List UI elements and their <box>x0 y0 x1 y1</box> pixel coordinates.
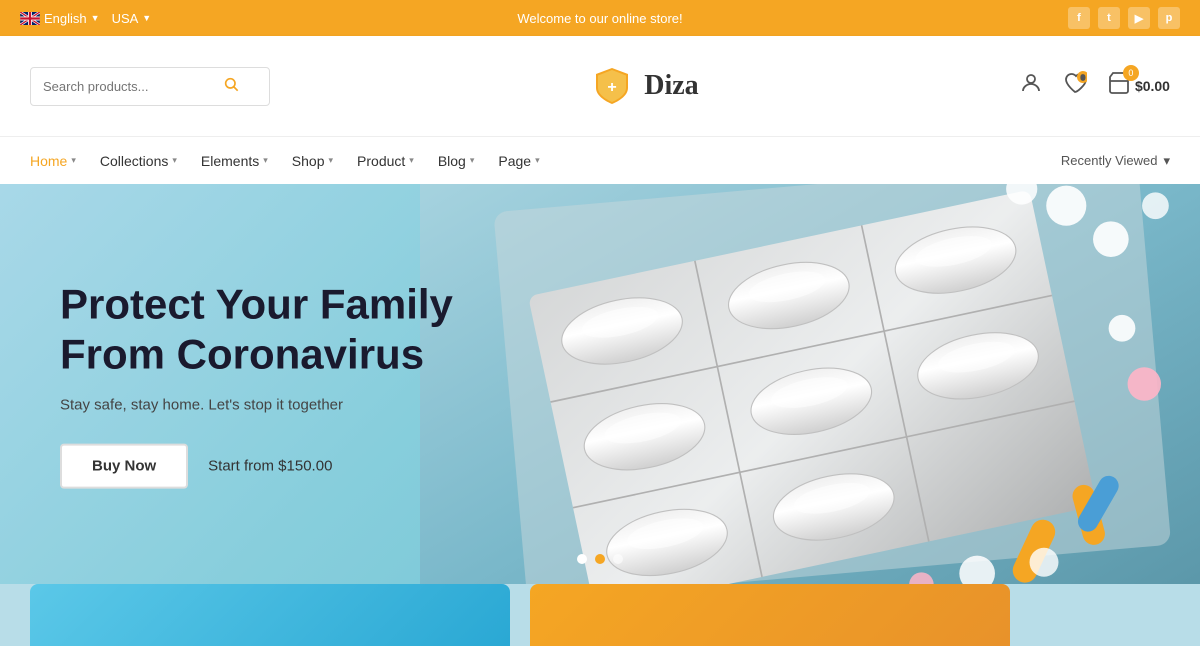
top-bar: English ▼ USA ▼ Welcome to our online st… <box>0 0 1200 36</box>
page-dropdown-arrow: ▾ <box>535 155 540 166</box>
svg-text:0: 0 <box>1081 75 1085 82</box>
hero-section: Protect Your Family From Coronavirus Sta… <box>0 184 1200 584</box>
header-icons: 0 0 $0.00 <box>1019 71 1170 101</box>
hero-content: Protect Your Family From Coronavirus Sta… <box>60 280 453 489</box>
logo[interactable]: + Diza <box>590 64 698 108</box>
nav-item-home[interactable]: Home ▾ <box>30 153 76 169</box>
elements-dropdown-arrow: ▾ <box>263 155 268 166</box>
cart-wrapper[interactable]: 0 $0.00 <box>1107 71 1170 101</box>
nav-item-shop[interactable]: Shop ▾ <box>292 153 333 169</box>
welcome-message: Welcome to our online store! <box>517 11 682 26</box>
nav-item-page[interactable]: Page ▾ <box>498 153 539 169</box>
slide-dot-3[interactable] <box>613 554 623 564</box>
country-label: USA <box>112 11 139 26</box>
logo-shield-icon: + <box>590 64 634 108</box>
collections-dropdown-arrow: ▾ <box>172 155 177 166</box>
card-blue <box>30 584 510 646</box>
wishlist-button[interactable]: 0 <box>1063 71 1087 101</box>
nav-bar: Home ▾ Collections ▾ Elements ▾ Shop ▾ P… <box>0 136 1200 184</box>
nav-item-collections[interactable]: Collections ▾ <box>100 153 177 169</box>
youtube-icon[interactable]: ▶ <box>1128 7 1150 29</box>
buy-now-button[interactable]: Buy Now <box>60 443 188 488</box>
shop-dropdown-arrow: ▾ <box>329 155 334 166</box>
facebook-icon[interactable]: f <box>1068 7 1090 29</box>
hero-subtitle: Stay safe, stay home. Let's stop it toge… <box>60 396 453 413</box>
nav-item-product[interactable]: Product ▾ <box>357 153 414 169</box>
country-dropdown-arrow: ▼ <box>142 13 151 23</box>
cart-badge: 0 <box>1123 65 1139 81</box>
nav-item-elements[interactable]: Elements ▾ <box>201 153 268 169</box>
cart-price: $0.00 <box>1135 78 1170 94</box>
language-label: English <box>44 11 87 26</box>
hero-price-text: Start from $150.00 <box>208 457 332 474</box>
bottom-cards-peek <box>0 584 1200 646</box>
hero-dots <box>577 554 623 564</box>
pinterest-icon[interactable]: p <box>1158 7 1180 29</box>
logo-text: Diza <box>644 70 698 102</box>
twitter-icon[interactable]: t <box>1098 7 1120 29</box>
slide-dot-2[interactable] <box>595 554 605 564</box>
blog-dropdown-arrow: ▾ <box>470 155 475 166</box>
card-orange <box>530 584 1010 646</box>
nav-item-blog[interactable]: Blog ▾ <box>438 153 475 169</box>
recently-viewed-arrow: ▾ <box>1163 153 1170 169</box>
uk-flag-icon <box>20 12 40 25</box>
header: + Diza 0 0 $0.00 <box>0 36 1200 136</box>
search-box[interactable] <box>30 67 270 106</box>
product-dropdown-arrow: ▾ <box>409 155 414 166</box>
cart-button[interactable]: 0 <box>1107 71 1131 101</box>
search-button[interactable] <box>223 76 239 97</box>
lang-dropdown-arrow: ▼ <box>91 13 100 23</box>
top-bar-left: English ▼ USA ▼ <box>20 11 151 26</box>
search-input[interactable] <box>43 79 223 94</box>
slide-dot-1[interactable] <box>577 554 587 564</box>
account-button[interactable] <box>1019 71 1043 101</box>
hero-actions: Buy Now Start from $150.00 <box>60 443 453 488</box>
social-icons: f t ▶ p <box>1068 7 1180 29</box>
home-dropdown-arrow: ▾ <box>71 155 76 166</box>
svg-text:+: + <box>608 79 617 96</box>
nav-items: Home ▾ Collections ▾ Elements ▾ Shop ▾ P… <box>30 153 540 169</box>
recently-viewed[interactable]: Recently Viewed ▾ <box>1061 153 1170 169</box>
hero-image <box>420 184 1200 584</box>
hero-title: Protect Your Family From Coronavirus <box>60 280 453 381</box>
country-selector[interactable]: USA ▼ <box>112 11 152 26</box>
language-selector[interactable]: English ▼ <box>20 11 100 26</box>
